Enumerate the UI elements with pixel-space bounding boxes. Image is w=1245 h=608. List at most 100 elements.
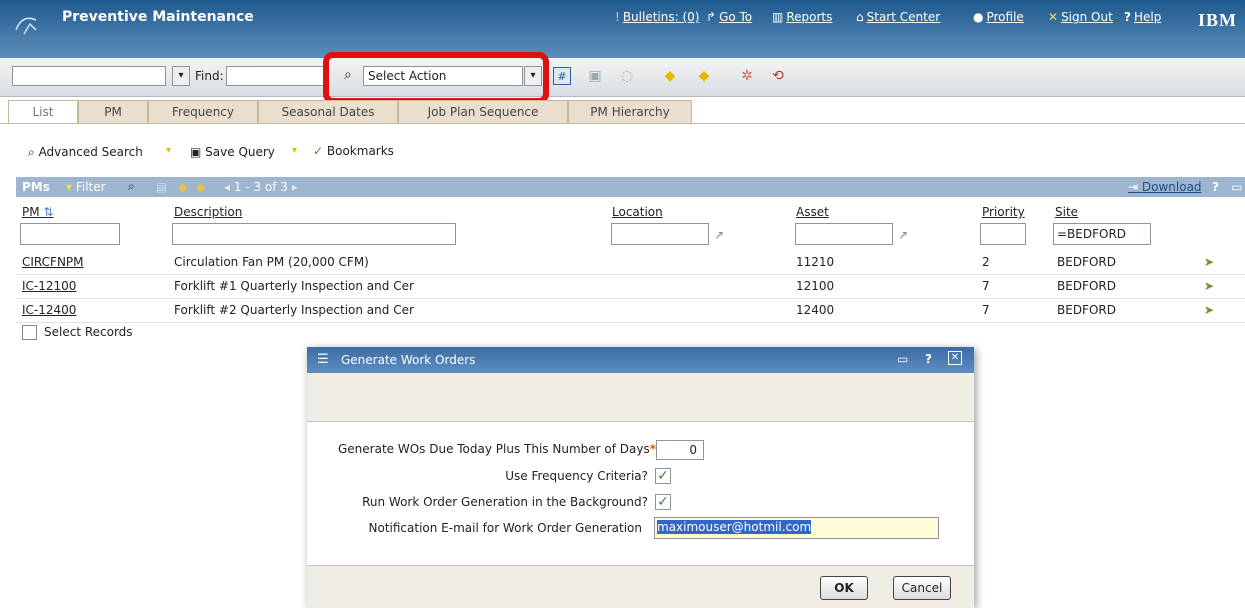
- column-description[interactable]: Description: [174, 205, 242, 219]
- advanced-search-button[interactable]: ⌕ Advanced Search: [28, 145, 143, 160]
- new-record-icon[interactable]: #: [553, 67, 571, 85]
- tab-seasonal-dates[interactable]: Seasonal Dates: [258, 100, 398, 124]
- download-icon: ⇥: [1128, 180, 1139, 194]
- save-query-chevron-icon[interactable]: ▾: [292, 145, 297, 156]
- dialog-title: Generate Work Orders: [341, 353, 476, 367]
- dialog-maximize-icon[interactable]: ▭: [897, 352, 908, 366]
- table-row[interactable]: CIRCFNPM Circulation Fan PM (20,000 CFM)…: [16, 250, 1245, 275]
- next-record-icon[interactable]: ◆: [694, 66, 714, 86]
- ok-button[interactable]: OK: [820, 576, 868, 600]
- cancel-button[interactable]: Cancel: [893, 576, 951, 600]
- reports-link[interactable]: ▥ Reports: [772, 10, 832, 24]
- days-input[interactable]: 0: [656, 440, 704, 460]
- column-pm[interactable]: PM ⇅: [22, 205, 53, 219]
- background-checkbox[interactable]: ✓: [655, 494, 671, 510]
- table-help-icon[interactable]: ?: [1212, 180, 1219, 194]
- bulletins-link[interactable]: ! Bulletins: (0): [615, 10, 699, 24]
- app-title: Preventive Maintenance: [62, 9, 254, 25]
- description-filter-input[interactable]: [172, 223, 456, 245]
- goto-arrow-icon: ↱: [706, 10, 717, 24]
- save-icon[interactable]: ▣: [585, 66, 605, 86]
- workflow-icon[interactable]: ✲: [737, 66, 757, 86]
- table-minimize-icon[interactable]: ▭: [1231, 180, 1242, 194]
- priority-filter-input[interactable]: [980, 223, 1026, 245]
- column-priority[interactable]: Priority: [982, 205, 1025, 219]
- clear-filter-icon[interactable]: ▤: [156, 180, 167, 194]
- help-link[interactable]: ? Help: [1124, 10, 1161, 24]
- query-dropdown[interactable]: [12, 66, 166, 86]
- filter-button[interactable]: ▾ Filter: [66, 180, 106, 194]
- description-cell: Forklift #1 Quarterly Inspection and Cer: [174, 279, 414, 293]
- table-row[interactable]: IC-12100 Forklift #1 Quarterly Inspectio…: [16, 274, 1245, 299]
- dialog-close-icon[interactable]: ✕: [948, 351, 962, 365]
- column-location[interactable]: Location: [612, 205, 663, 219]
- up-arrow-icon[interactable]: ◆: [178, 180, 187, 194]
- sort-icon: ⇅: [43, 205, 54, 219]
- column-site[interactable]: Site: [1055, 205, 1078, 219]
- site-filter-input[interactable]: =BEDFORD: [1053, 223, 1151, 245]
- email-input[interactable]: maximouser@hotmil.com: [654, 517, 939, 539]
- site-cell: BEDFORD: [1057, 303, 1116, 317]
- previous-record-icon[interactable]: ◆: [660, 66, 680, 86]
- tab-frequency[interactable]: Frequency: [148, 100, 258, 124]
- tab-list[interactable]: List: [8, 100, 78, 124]
- route-icon[interactable]: ➤: [1204, 255, 1214, 269]
- find-in-table-icon[interactable]: ⌕: [128, 179, 135, 194]
- dialog-header-band: [307, 373, 974, 422]
- select-records-label: Select Records: [44, 325, 133, 339]
- location-lookup-icon[interactable]: ↗: [714, 228, 724, 242]
- frequency-checkbox[interactable]: ✓: [655, 468, 671, 484]
- asset-cell: 11210: [796, 255, 835, 269]
- bulletin-icon: !: [615, 10, 620, 24]
- query-dropdown-chevron-icon[interactable]: ▾: [172, 66, 190, 86]
- find-input[interactable]: [226, 66, 326, 86]
- profile-icon: ●: [973, 10, 984, 24]
- sign-out-icon: ✕: [1048, 10, 1059, 24]
- dialog-titlebar: ☰ Generate Work Orders ▭ ? ✕: [307, 347, 974, 373]
- dialog-icon: ☰: [317, 352, 329, 367]
- goto-link[interactable]: ↱ Go To: [706, 10, 752, 24]
- next-page-icon[interactable]: ▸: [292, 180, 298, 194]
- tab-pm-hierarchy[interactable]: PM Hierarchy: [568, 100, 692, 124]
- asset-lookup-icon[interactable]: ↗: [898, 228, 908, 242]
- app-header: Preventive Maintenance ! Bulletins: (0) ↱…: [0, 0, 1245, 58]
- description-cell: Circulation Fan PM (20,000 CFM): [174, 255, 369, 269]
- location-filter-input[interactable]: [611, 223, 709, 245]
- pm-cell[interactable]: IC-12100: [22, 279, 76, 293]
- highlight-annotation: [323, 52, 549, 104]
- tab-pm[interactable]: PM: [78, 100, 148, 124]
- tab-job-plan-sequence[interactable]: Job Plan Sequence: [398, 100, 568, 124]
- pm-cell[interactable]: CIRCFNPM: [22, 255, 84, 269]
- bookmarks-button[interactable]: ✓ Bookmarks: [313, 144, 394, 158]
- start-center-link[interactable]: ⌂ Start Center: [856, 10, 940, 24]
- asset-filter-input[interactable]: [795, 223, 893, 245]
- tab-bar: List PM Frequency Seasonal Dates Job Pla…: [0, 100, 1245, 124]
- find-label: Find:: [195, 69, 224, 83]
- pm-filter-input[interactable]: [20, 223, 120, 245]
- column-asset[interactable]: Asset: [796, 205, 829, 219]
- download-link[interactable]: ⇥ Download: [1128, 180, 1202, 194]
- pm-cell[interactable]: IC-12400: [22, 303, 76, 317]
- generate-work-orders-dialog: ☰ Generate Work Orders ▭ ? ✕ Generate WO…: [307, 347, 974, 608]
- days-label: Generate WOs Due Today Plus This Number …: [337, 442, 656, 456]
- sign-out-link[interactable]: ✕ Sign Out: [1048, 10, 1113, 24]
- table-toolbar: PMs ▾ Filter ⌕ ▤ ◆ ◆ ◂ 1 - 3 of 3 ▸ ⇥ Do…: [16, 177, 1245, 197]
- clear-changes-icon[interactable]: ◌: [617, 66, 637, 86]
- save-query-button[interactable]: ▣ Save Query: [190, 145, 275, 159]
- save-query-icon: ▣: [190, 145, 202, 159]
- prev-page-icon[interactable]: ◂: [224, 180, 230, 194]
- select-records-checkbox[interactable]: [22, 325, 37, 340]
- table-row[interactable]: IC-12400 Forklift #2 Quarterly Inspectio…: [16, 298, 1245, 323]
- advanced-search-chevron-icon[interactable]: ▾: [166, 145, 171, 156]
- description-cell: Forklift #2 Quarterly Inspection and Cer: [174, 303, 414, 317]
- profile-link[interactable]: ● Profile: [973, 10, 1024, 24]
- dialog-help-icon[interactable]: ?: [925, 352, 932, 366]
- app-logo-icon: [15, 17, 37, 35]
- tab-underline: [0, 123, 1245, 124]
- route-icon[interactable]: ➤: [1204, 303, 1214, 317]
- route-icon[interactable]: ➤: [1204, 279, 1214, 293]
- stop-workflow-icon[interactable]: ⟲: [768, 66, 788, 86]
- site-cell: BEDFORD: [1057, 279, 1116, 293]
- reports-chart-icon: ▥: [772, 10, 784, 24]
- down-arrow-icon[interactable]: ◆: [196, 180, 205, 194]
